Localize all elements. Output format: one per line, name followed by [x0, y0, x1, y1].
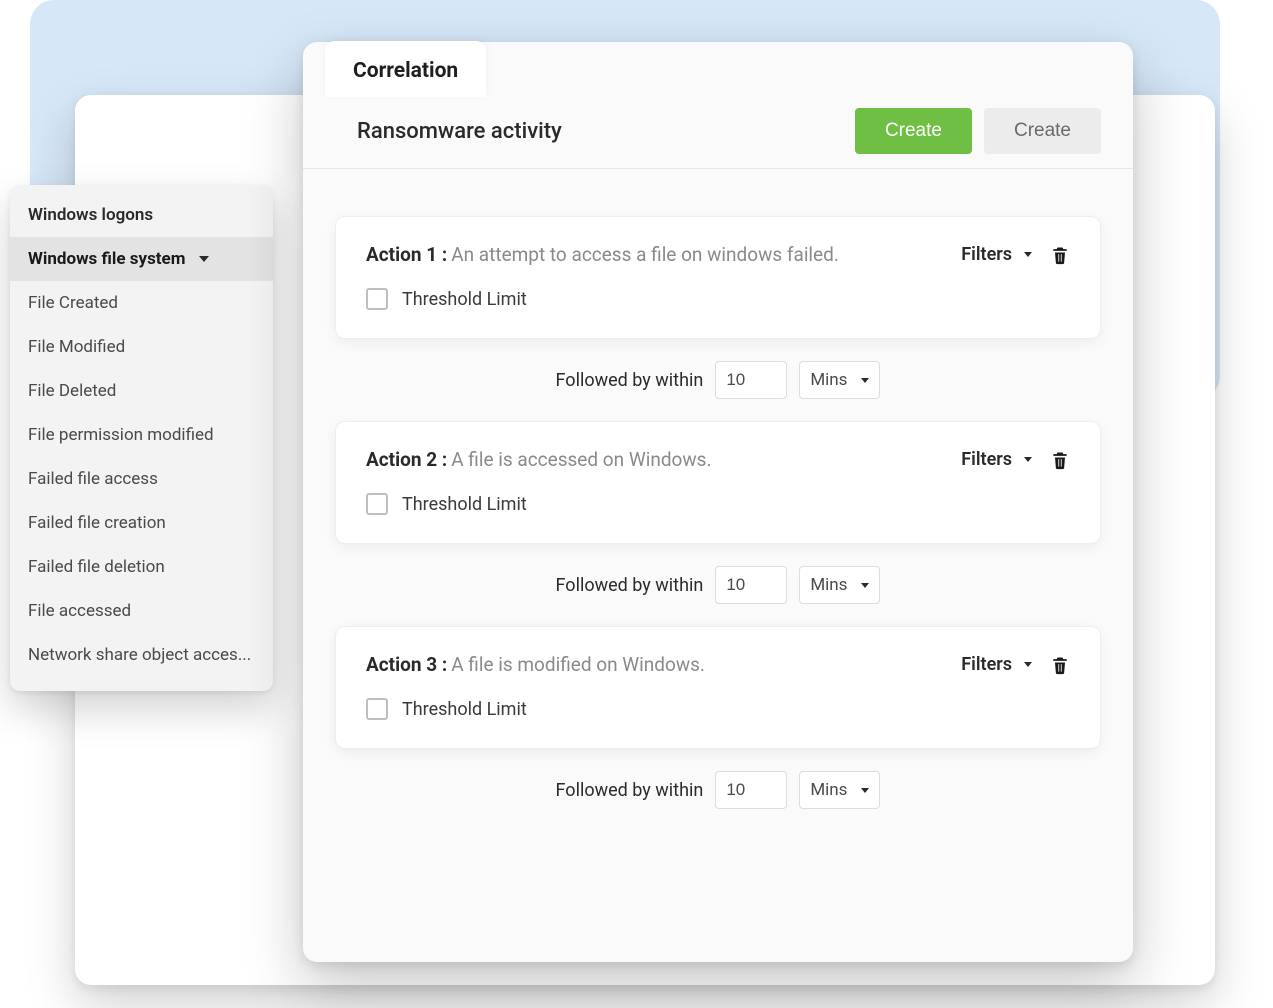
sidebar-item-label: File permission modified: [28, 425, 214, 445]
action-title: Action 3 :: [366, 653, 447, 676]
chevron-down-icon: [861, 378, 869, 383]
threshold-label: Threshold Limit: [402, 494, 527, 515]
trash-icon: [1050, 244, 1070, 266]
followed-value-input[interactable]: [715, 566, 787, 604]
action-card: Action 3 : A file is modified on Windows…: [335, 626, 1101, 749]
delete-button[interactable]: [1050, 654, 1070, 676]
action-header-row: Action 1 : An attempt to access a file o…: [366, 243, 1070, 266]
time-unit-select[interactable]: Mins: [799, 771, 880, 809]
chevron-down-icon: [861, 583, 869, 588]
sidebar-item-label: Failed file creation: [28, 513, 166, 533]
followed-by-row: Followed by within Mins: [335, 544, 1101, 626]
sidebar-item-label: Network share object acces...: [28, 645, 251, 665]
actions-container: Action 1 : An attempt to access a file o…: [303, 192, 1133, 962]
sidebar: Windows logons Windows file system File …: [10, 185, 273, 691]
tab-label: Correlation: [353, 59, 458, 83]
chevron-down-icon: [199, 256, 209, 262]
action-description: A file is accessed on Windows.: [451, 448, 961, 471]
sidebar-item-failed-file-creation[interactable]: Failed file creation: [10, 501, 273, 545]
sidebar-item-label: Windows file system: [28, 249, 185, 269]
sidebar-item-label: File Deleted: [28, 381, 116, 401]
action-title: Action 1 :: [366, 243, 447, 266]
create-button-primary[interactable]: Create: [855, 108, 972, 154]
sidebar-item-file-created[interactable]: File Created: [10, 281, 273, 325]
delete-button[interactable]: [1050, 244, 1070, 266]
followed-by-label: Followed by within: [556, 575, 704, 596]
threshold-checkbox[interactable]: [366, 288, 388, 310]
filters-dropdown[interactable]: Filters: [961, 244, 1032, 265]
filters-dropdown[interactable]: Filters: [961, 449, 1032, 470]
sidebar-item-label: Failed file access: [28, 469, 158, 489]
page-title: Ransomware activity: [357, 119, 843, 144]
chevron-down-icon: [1024, 252, 1032, 257]
action-title: Action 2 :: [366, 448, 447, 471]
unit-label: Mins: [810, 370, 847, 390]
threshold-label: Threshold Limit: [402, 289, 527, 310]
unit-label: Mins: [810, 575, 847, 595]
chevron-down-icon: [861, 788, 869, 793]
sidebar-item-file-accessed[interactable]: File accessed: [10, 589, 273, 633]
sidebar-item-failed-file-access[interactable]: Failed file access: [10, 457, 273, 501]
main-panel: Correlation Ransomware activity Create C…: [303, 42, 1133, 962]
filters-label: Filters: [961, 449, 1012, 470]
delete-button[interactable]: [1050, 449, 1070, 471]
threshold-checkbox[interactable]: [366, 493, 388, 515]
threshold-row: Threshold Limit: [366, 493, 1070, 515]
filters-dropdown[interactable]: Filters: [961, 654, 1032, 675]
action-header-row: Action 3 : A file is modified on Windows…: [366, 653, 1070, 676]
filters-label: Filters: [961, 654, 1012, 675]
sidebar-item-windows-logons[interactable]: Windows logons: [10, 193, 273, 237]
followed-by-row: Followed by within Mins: [335, 339, 1101, 421]
action-card: Action 2 : A file is accessed on Windows…: [335, 421, 1101, 544]
trash-icon: [1050, 654, 1070, 676]
sidebar-item-failed-file-deletion[interactable]: Failed file deletion: [10, 545, 273, 589]
threshold-row: Threshold Limit: [366, 698, 1070, 720]
sidebar-item-windows-file-system[interactable]: Windows file system: [10, 237, 273, 281]
action-card: Action 1 : An attempt to access a file o…: [335, 216, 1101, 339]
followed-by-label: Followed by within: [556, 780, 704, 801]
sidebar-item-file-permission-modified[interactable]: File permission modified: [10, 413, 273, 457]
threshold-row: Threshold Limit: [366, 288, 1070, 310]
action-description: An attempt to access a file on windows f…: [451, 243, 961, 266]
sidebar-item-label: File Modified: [28, 337, 125, 357]
action-header-row: Action 2 : A file is accessed on Windows…: [366, 448, 1070, 471]
threshold-label: Threshold Limit: [402, 699, 527, 720]
sidebar-item-network-share-object[interactable]: Network share object acces...: [10, 633, 273, 677]
sidebar-item-label: File accessed: [28, 601, 131, 621]
header-row: Ransomware activity Create Create: [303, 108, 1133, 169]
threshold-checkbox[interactable]: [366, 698, 388, 720]
time-unit-select[interactable]: Mins: [799, 361, 880, 399]
followed-value-input[interactable]: [715, 771, 787, 809]
sidebar-item-file-deleted[interactable]: File Deleted: [10, 369, 273, 413]
chevron-down-icon: [1024, 457, 1032, 462]
trash-icon: [1050, 449, 1070, 471]
tab-correlation[interactable]: Correlation: [325, 41, 486, 97]
followed-by-label: Followed by within: [556, 370, 704, 391]
followed-value-input[interactable]: [715, 361, 787, 399]
filters-label: Filters: [961, 244, 1012, 265]
sidebar-item-file-modified[interactable]: File Modified: [10, 325, 273, 369]
create-button-secondary[interactable]: Create: [984, 108, 1101, 154]
followed-by-row: Followed by within Mins: [335, 749, 1101, 831]
sidebar-item-label: Failed file deletion: [28, 557, 165, 577]
chevron-down-icon: [1024, 662, 1032, 667]
unit-label: Mins: [810, 780, 847, 800]
sidebar-item-label: File Created: [28, 293, 118, 313]
sidebar-item-label: Windows logons: [28, 205, 153, 225]
time-unit-select[interactable]: Mins: [799, 566, 880, 604]
action-description: A file is modified on Windows.: [451, 653, 961, 676]
